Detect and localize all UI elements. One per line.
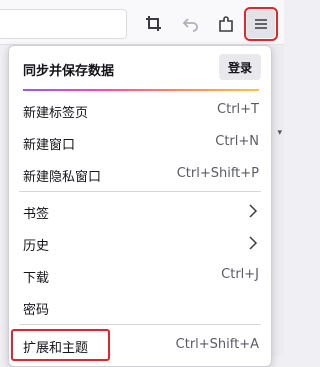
app-menu-panel: 同步并保存数据 登录 新建标签页 Ctrl+T 新建窗口 Ctrl+N 新建隐私…: [8, 45, 272, 367]
menu-item-label: 下载: [23, 271, 50, 286]
menu-item-label: 密码: [23, 303, 50, 318]
menu-item-label: 新建隐私窗口: [23, 170, 102, 185]
menu-item-shortcut: Ctrl+T: [217, 102, 259, 117]
chevron-right-icon: [249, 236, 258, 250]
menu-item-label: 新建标签页: [23, 106, 89, 121]
extensions-icon: [219, 16, 233, 32]
menu-item-label: 历史: [23, 239, 50, 254]
menu-item-label: 书签: [23, 207, 50, 222]
screenshot-button[interactable]: [140, 10, 168, 38]
url-bar[interactable]: [0, 9, 127, 39]
hamburger-menu-icon: [255, 19, 267, 29]
menu-item-label: 扩展和主题: [23, 341, 89, 356]
menu-item-shortcut: Ctrl+N: [215, 134, 259, 149]
menu-item-history[interactable]: 历史: [9, 227, 271, 259]
chevron-right-icon: [249, 204, 258, 218]
menu-item-new-window[interactable]: 新建窗口 Ctrl+N: [9, 126, 271, 158]
menu-item-label: 新建窗口: [23, 138, 76, 153]
browser-toolbar: [0, 0, 284, 45]
menu-item-downloads[interactable]: 下载 Ctrl+J: [9, 259, 271, 291]
menu-item-shortcut: Ctrl+Shift+P: [176, 166, 259, 181]
login-button[interactable]: 登录: [219, 54, 261, 80]
sync-title: 同步并保存数据: [23, 64, 115, 79]
undo-icon: [182, 18, 198, 32]
menu-item-new-tab[interactable]: 新建标签页 Ctrl+T: [9, 94, 271, 126]
menu-item-bookmarks[interactable]: 书签: [9, 195, 271, 227]
menu-item-addons-and-themes[interactable]: 扩展和主题 Ctrl+Shift+A: [9, 329, 271, 361]
scroll-down-arrow-icon: ▾: [277, 128, 282, 138]
extensions-button[interactable]: [212, 10, 240, 38]
sync-divider: [23, 89, 259, 91]
sync-header: 同步并保存数据 登录: [9, 46, 271, 86]
crop-icon: [146, 16, 161, 31]
page-scrollbar[interactable]: ▾: [272, 46, 284, 356]
menu-item-passwords[interactable]: 密码: [9, 291, 271, 323]
undo-button[interactable]: [177, 10, 205, 38]
open-menu-button[interactable]: [244, 7, 278, 41]
menu-item-new-private-window[interactable]: 新建隐私窗口 Ctrl+Shift+P: [9, 158, 271, 190]
menu-separator: [19, 191, 261, 192]
menu-separator: [19, 324, 261, 325]
menu-item-shortcut: Ctrl+J: [221, 267, 259, 282]
menu-item-shortcut: Ctrl+Shift+A: [175, 337, 259, 352]
